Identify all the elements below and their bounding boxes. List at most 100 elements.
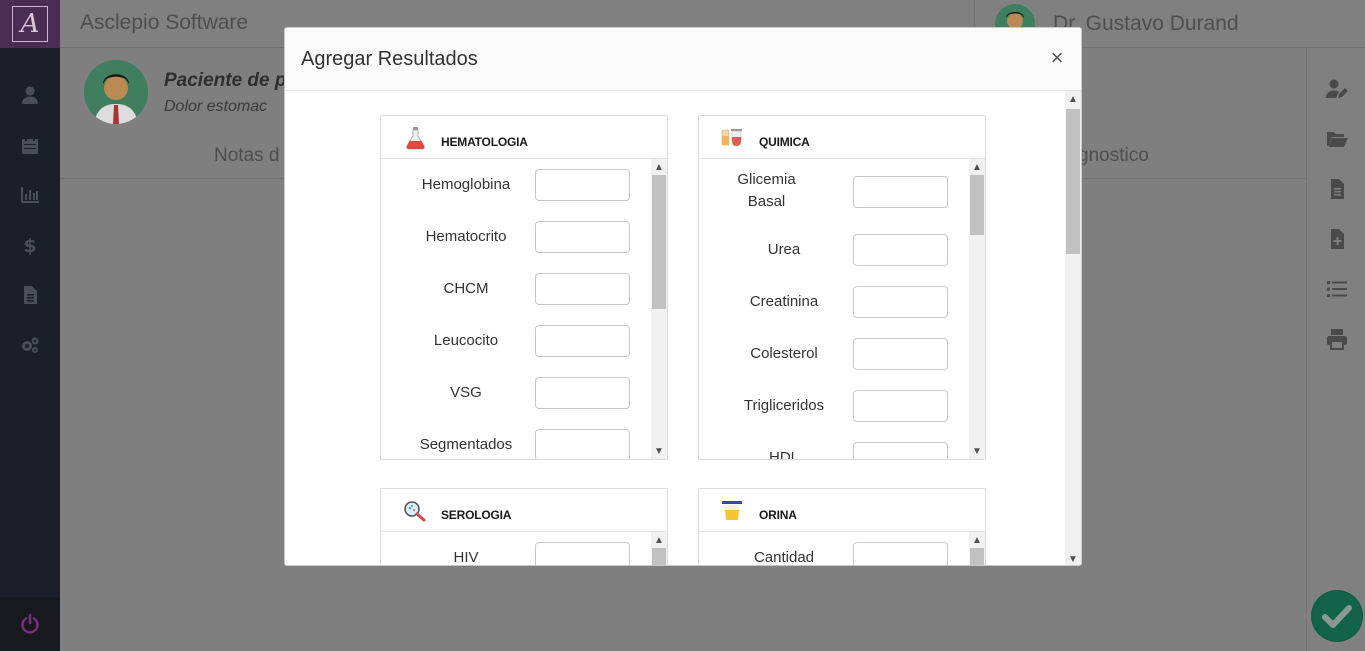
section-scrollbar[interactable]: ▲ ▼ (651, 159, 667, 459)
document-button[interactable] (1307, 164, 1365, 214)
scroll-thumb[interactable] (970, 175, 984, 235)
section-fields: Hemoglobina Hematocrito CHCM Leucocito V… (381, 159, 667, 459)
section-scrollbar[interactable]: ▲ (969, 532, 985, 565)
scroll-thumb[interactable] (652, 175, 666, 309)
section-header: QUIMICA (699, 116, 985, 159)
field-row: Glicemia Basal (699, 169, 969, 229)
tab-diagnosis[interactable]: gnostico (1078, 145, 1149, 167)
colesterol-input[interactable] (853, 338, 948, 370)
scroll-down-arrow[interactable]: ▼ (651, 443, 667, 459)
scroll-down-arrow[interactable]: ▼ (1065, 551, 1081, 565)
open-folder-button[interactable] (1307, 114, 1365, 164)
hemoglobina-input[interactable] (535, 169, 630, 201)
field-label: Hemoglobina (421, 176, 511, 193)
field-label: Urea (767, 241, 801, 258)
sidebar: A $ (0, 0, 60, 651)
vsg-input[interactable] (535, 377, 630, 409)
section-card-hematologia: HEMATOLOGIA Hemoglobina Hematocrito CHCM… (380, 115, 668, 460)
patient-reason: Dolor estomac (164, 98, 268, 115)
field-row: Creatinina (699, 286, 969, 338)
sidebar-item-stats[interactable] (0, 170, 60, 220)
list-button[interactable] (1307, 264, 1365, 314)
sidebar-item-calendar[interactable] (0, 120, 60, 170)
add-results-modal: Agregar Resultados × HEMATOLOGIA Hemoglo… (284, 27, 1082, 566)
tab-notes[interactable]: Notas d (214, 145, 279, 167)
scroll-down-arrow[interactable]: ▼ (969, 443, 985, 459)
modal-body: HEMATOLOGIA Hemoglobina Hematocrito CHCM… (285, 91, 1067, 565)
scroll-up-arrow[interactable]: ▲ (1065, 91, 1081, 107)
sidebar-item-billing[interactable]: $ (0, 220, 60, 270)
field-row: Trigliceridos (699, 390, 969, 442)
sidebar-item-patients[interactable] (0, 70, 60, 120)
scroll-up-arrow[interactable]: ▲ (969, 532, 985, 548)
field-row: VSG (381, 377, 651, 429)
hdl-input[interactable] (853, 442, 948, 459)
field-label: Trigliceridos (743, 397, 825, 414)
field-label: CHCM (443, 280, 489, 297)
field-row: HIV (381, 542, 651, 565)
patient-avatar (84, 60, 148, 124)
scroll-thumb[interactable] (970, 548, 984, 565)
file-icon (24, 286, 37, 304)
cantidad-input[interactable] (853, 542, 948, 565)
section-fields: Cantidad ▲ (699, 532, 985, 565)
hematocrito-input[interactable] (535, 221, 630, 253)
close-button[interactable]: × (1045, 46, 1069, 70)
user-icon (22, 86, 38, 104)
field-row: Urea (699, 234, 969, 286)
edit-patient-button[interactable] (1307, 64, 1365, 114)
field-label: Hematocrito (425, 228, 507, 245)
field-label: Leucocito (433, 332, 499, 349)
modal-scrollbar[interactable]: ▲ ▼ (1065, 91, 1081, 565)
scroll-thumb[interactable] (652, 548, 666, 565)
trigliceridos-input[interactable] (853, 390, 948, 422)
field-row: CHCM (381, 273, 651, 325)
section-scrollbar[interactable]: ▲ ▼ (969, 159, 985, 459)
creatinina-input[interactable] (853, 286, 948, 318)
field-label: Colesterol (750, 345, 818, 362)
modal-header: Agregar Resultados × (285, 28, 1081, 91)
logout-button[interactable] (0, 597, 60, 651)
chcm-input[interactable] (535, 273, 630, 305)
segmentados-input[interactable] (535, 429, 630, 459)
field-label: Glicemia Basal (737, 171, 796, 210)
leucocito-input[interactable] (535, 325, 630, 357)
sidebar-item-documents[interactable] (0, 270, 60, 320)
urea-input[interactable] (853, 234, 948, 266)
right-action-bar (1306, 48, 1365, 651)
patient-name: Paciente de p (164, 70, 287, 91)
logo-letter: A (12, 6, 48, 42)
field-row: Hematocrito (381, 221, 651, 273)
section-scrollbar[interactable]: ▲ (651, 532, 667, 565)
add-document-button[interactable] (1307, 214, 1365, 264)
magnifier-icon (404, 501, 426, 522)
list-icon (1326, 281, 1347, 297)
modal-title: Agregar Resultados (301, 48, 478, 70)
section-header: SEROLOGIA (381, 489, 667, 532)
print-button[interactable] (1307, 314, 1365, 364)
section-title: ORINA (759, 508, 797, 522)
section-title: HEMATOLOGIA (441, 135, 528, 149)
document-icon (1330, 179, 1344, 199)
scroll-up-arrow[interactable]: ▲ (651, 159, 667, 175)
section-card-serologia: SEROLOGIA HIV ▲ (380, 488, 668, 565)
confirm-button[interactable] (1311, 590, 1363, 642)
section-title: SEROLOGIA (441, 508, 512, 522)
app-logo[interactable]: A (0, 0, 60, 48)
field-label: Creatinina (749, 293, 819, 310)
field-label: VSG (450, 384, 482, 401)
section-fields: HIV ▲ (381, 532, 667, 565)
scroll-up-arrow[interactable]: ▲ (969, 159, 985, 175)
folder-open-icon (1326, 132, 1348, 147)
scroll-up-arrow[interactable]: ▲ (651, 532, 667, 548)
hiv-input[interactable] (535, 542, 630, 565)
field-row: Colesterol (699, 338, 969, 390)
section-title: QUIMICA (759, 135, 810, 149)
section-fields: Glicemia Basal Urea Creatinina Colestero… (699, 159, 985, 459)
sidebar-item-settings[interactable] (0, 320, 60, 370)
field-label: Segmentados (419, 436, 513, 453)
scroll-thumb[interactable] (1066, 109, 1080, 254)
urine-cup-icon (722, 501, 742, 520)
print-icon (1326, 329, 1347, 350)
glicemia-basal-input[interactable] (853, 176, 948, 208)
